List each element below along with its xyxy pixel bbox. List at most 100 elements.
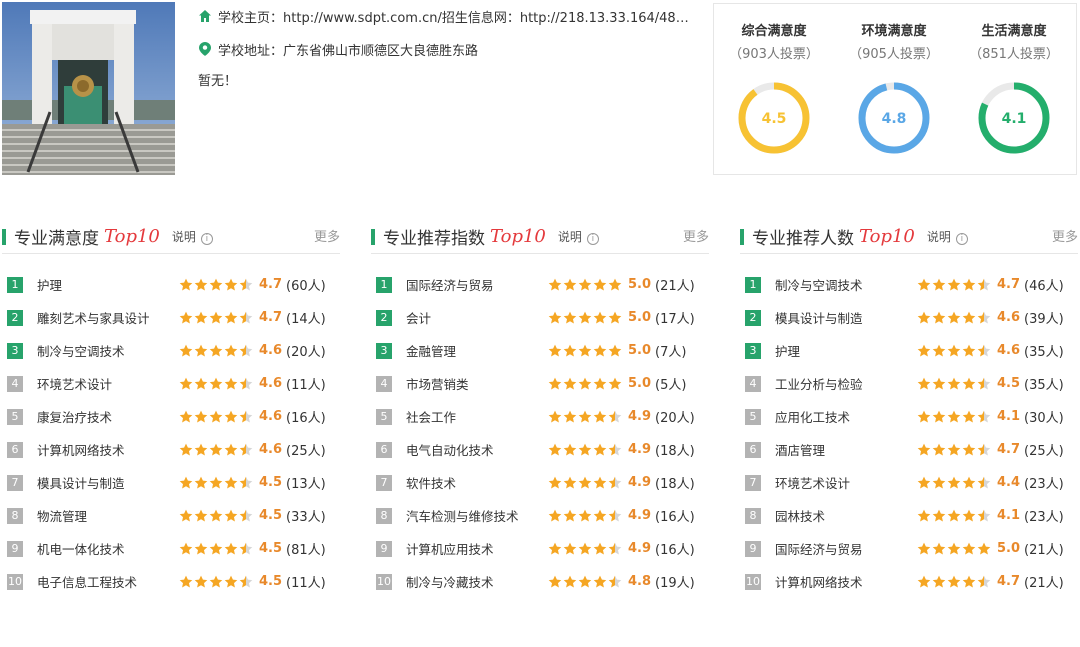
major-name-link[interactable]: 电子信息工程技术 [37,572,179,591]
major-name-link[interactable]: 制冷与空调技术 [775,275,917,294]
star-rating [548,443,623,457]
star-icon [548,410,562,422]
rank-row: 9 计算机应用技术 4.9 (16人) [371,532,709,565]
major-name-link[interactable]: 护理 [37,275,179,294]
major-name-link[interactable]: 社会工作 [406,407,548,426]
major-name-link[interactable]: 护理 [775,341,917,360]
star-rating [548,278,623,292]
rank-row: 2 会计 5.0 (17人) [371,301,709,334]
star-icon [608,443,622,455]
star-icon [224,476,238,488]
rank-number: 5 [745,408,761,425]
major-name-link[interactable]: 会计 [406,308,548,327]
rank-row: 10 计算机网络技术 4.7 (21人) [740,565,1078,598]
more-link[interactable]: 更多 [683,226,709,245]
major-name-link[interactable]: 园林技术 [775,506,917,525]
address-line: 学校地址： 广东省佛山市顺德区大良德胜东路 [198,39,698,59]
major-name-link[interactable]: 模具设计与制造 [37,473,179,492]
more-link[interactable]: 更多 [1052,226,1078,245]
satisfaction-title: 综合满意度 [741,24,807,39]
star-icon [179,377,193,389]
major-name-link[interactable]: 物流管理 [37,506,179,525]
rating-score: 4.7 [997,277,1021,292]
star-icon [209,476,223,488]
major-name-link[interactable]: 计算机网络技术 [37,440,179,459]
star-rating [179,476,254,490]
star-icon [209,377,223,389]
star-icon [548,377,562,389]
rank-number: 10 [745,573,761,590]
major-name-link[interactable]: 雕刻艺术与家具设计 [37,308,179,327]
rating-count: (33人) [286,510,326,525]
major-name-link[interactable]: 工业分析与检验 [775,374,917,393]
star-icon [563,542,577,554]
rank-row: 6 计算机网络技术 4.6 (25人) [2,433,340,466]
star-icon [209,443,223,455]
panel-major-recommend-count: 专业推荐人数 Top10 说明 i 更多 1 制冷与空调技术 4.7 (46人) 2 模具设… [740,220,1078,598]
major-name-link[interactable]: 模具设计与制造 [775,308,917,327]
star-icon [977,443,991,455]
major-name-link[interactable]: 电气自动化技术 [406,440,548,459]
satisfaction-votes: （851人投票） [969,47,1059,62]
major-name-link[interactable]: 制冷与空调技术 [37,341,179,360]
rating-count: (11人) [286,576,326,591]
star-rating [917,476,992,490]
major-name-link[interactable]: 市场营销类 [406,374,548,393]
major-name-link[interactable]: 制冷与冷藏技术 [406,572,548,591]
major-name-link[interactable]: 环境艺术设计 [775,473,917,492]
explain-link[interactable]: 说明 i [172,228,213,245]
major-name-link[interactable]: 软件技术 [406,473,548,492]
star-icon [563,278,577,290]
rating-score: 5.0 [628,277,652,292]
top10-tag: Top10 [859,226,915,247]
star-icon [194,377,208,389]
star-icon [593,443,607,455]
rating-count: (60人) [286,279,326,294]
star-icon [962,542,976,554]
star-icon [977,410,991,422]
star-rating [179,509,254,523]
satisfaction-life: 生活满意度 （851人投票） 4.1 [954,22,1074,156]
star-icon [578,311,592,323]
major-name-link[interactable]: 康复治疗技术 [37,407,179,426]
star-rating [548,542,623,556]
star-icon [224,509,238,521]
star-rating [917,509,992,523]
star-icon [209,344,223,356]
rank-row: 3 制冷与空调技术 4.6 (20人) [2,334,340,367]
major-name-link[interactable]: 国际经济与贸易 [775,539,917,558]
info-icon: i [586,233,599,245]
major-name-link[interactable]: 机电一体化技术 [37,539,179,558]
rating-score: 4.7 [259,310,283,325]
star-icon [224,377,238,389]
star-icon [239,542,253,554]
panel-header: 专业推荐指数 Top10 说明 i 更多 [371,220,709,254]
major-name-link[interactable]: 计算机应用技术 [406,539,548,558]
rank-list: 1 国际经济与贸易 5.0 (21人) 2 会计 5.0 (17人) 3 金融管理 5.0 (7人) 4… [371,268,709,598]
star-icon [932,542,946,554]
rank-row: 4 市场营销类 5.0 (5人) [371,367,709,400]
homepage-link[interactable]: http://www.sdpt.com.cn/招生信息网：http://218.… [283,7,698,26]
rank-row: 9 国际经济与贸易 5.0 (21人) [740,532,1078,565]
panel-title: 专业推荐指数 [383,229,485,249]
explain-link[interactable]: 说明 i [558,228,599,245]
star-icon [608,377,622,389]
satisfaction-title: 环境满意度 [861,24,927,39]
rating-score: 4.5 [997,376,1021,391]
major-name-link[interactable]: 计算机网络技术 [775,572,917,591]
star-icon [224,542,238,554]
star-icon [209,509,223,521]
major-name-link[interactable]: 应用化工技术 [775,407,917,426]
explain-link[interactable]: 说明 i [927,228,968,245]
panel-major-satisfaction: 专业满意度 Top10 说明 i 更多 1 护理 4.7 (60人) 2 雕刻艺术与家具设计… [2,220,340,598]
major-name-link[interactable]: 汽车检测与维修技术 [406,506,548,525]
major-name-link[interactable]: 国际经济与贸易 [406,275,548,294]
major-name-link[interactable]: 金融管理 [406,341,548,360]
star-icon [608,410,622,422]
more-link[interactable]: 更多 [314,226,340,245]
rank-row: 4 环境艺术设计 4.6 (11人) [2,367,340,400]
major-name-link[interactable]: 环境艺术设计 [37,374,179,393]
star-icon [608,311,622,323]
rating-count: (16人) [655,510,695,525]
major-name-link[interactable]: 酒店管理 [775,440,917,459]
